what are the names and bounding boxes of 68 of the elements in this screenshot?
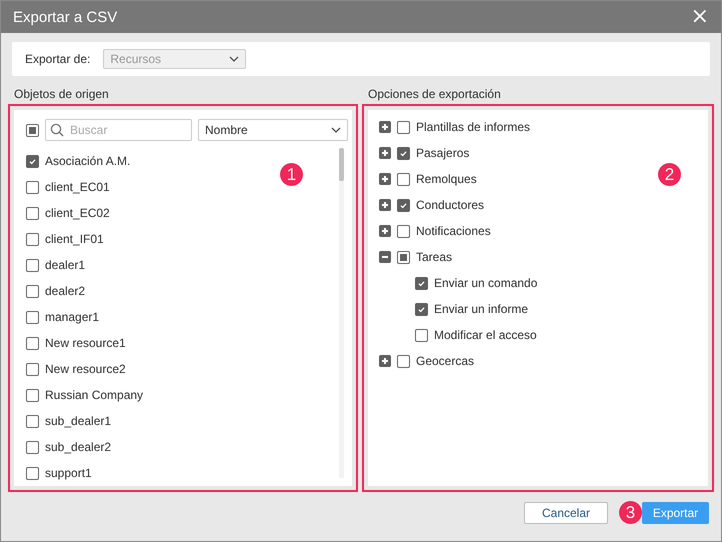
option-item[interactable]: Pasajeros bbox=[416, 146, 470, 160]
checkbox[interactable] bbox=[397, 172, 410, 186]
list-item[interactable]: Asociación A.M. bbox=[45, 154, 130, 168]
checkbox[interactable] bbox=[26, 466, 39, 480]
checkbox[interactable] bbox=[26, 284, 39, 298]
expand-icon[interactable] bbox=[379, 121, 391, 133]
list-item[interactable]: Russian Company bbox=[45, 388, 144, 402]
annotation-badge: 3 bbox=[619, 501, 642, 524]
checkbox[interactable] bbox=[26, 154, 39, 168]
option-item[interactable]: Conductores bbox=[416, 198, 484, 212]
checkbox[interactable] bbox=[26, 258, 39, 272]
checkbox[interactable] bbox=[397, 224, 410, 238]
checkbox[interactable] bbox=[397, 146, 410, 160]
expand-icon[interactable] bbox=[379, 355, 391, 367]
checkbox[interactable] bbox=[397, 120, 410, 134]
checkbox[interactable] bbox=[26, 440, 39, 454]
checkbox[interactable] bbox=[415, 328, 428, 342]
close-button[interactable]: × bbox=[688, 7, 711, 27]
list-item[interactable]: dealer2 bbox=[45, 284, 86, 298]
sort-dropdown[interactable]: Nombre bbox=[198, 119, 348, 141]
chevron-down-icon[interactable] bbox=[331, 127, 341, 133]
option-item[interactable]: Plantillas de informes bbox=[416, 120, 530, 134]
checkbox[interactable] bbox=[26, 180, 39, 194]
annotation-badge: 1 bbox=[280, 163, 303, 186]
option-item[interactable]: Remolques bbox=[416, 172, 477, 186]
checkbox[interactable] bbox=[415, 276, 428, 290]
checkbox[interactable] bbox=[26, 362, 39, 376]
checkbox[interactable] bbox=[397, 354, 410, 368]
list-item[interactable]: client_IF01 bbox=[45, 232, 104, 246]
list-item[interactable]: dealer1 bbox=[45, 258, 86, 272]
cancel-button[interactable]: Cancelar bbox=[524, 502, 608, 524]
list-item[interactable]: New resource1 bbox=[45, 336, 126, 350]
checkbox[interactable] bbox=[415, 302, 428, 316]
list-item[interactable]: New resource2 bbox=[45, 362, 126, 376]
option-item[interactable]: Notificaciones bbox=[416, 224, 491, 238]
checkbox[interactable] bbox=[26, 232, 39, 246]
list-item[interactable]: client_EC02 bbox=[45, 206, 110, 220]
expand-icon[interactable] bbox=[379, 147, 391, 159]
collapse-icon[interactable] bbox=[379, 251, 391, 263]
expand-icon[interactable] bbox=[379, 173, 391, 185]
checkbox[interactable] bbox=[26, 124, 39, 136]
search-field[interactable]: Buscar bbox=[45, 119, 192, 141]
export-from-label: Exportar de: bbox=[25, 52, 90, 66]
option-item[interactable]: Modificar el acceso bbox=[434, 328, 537, 342]
list-item[interactable]: client_EC01 bbox=[45, 180, 110, 194]
checkbox[interactable] bbox=[26, 414, 39, 428]
search-icon[interactable] bbox=[50, 123, 64, 137]
section-title: Objetos de origen bbox=[13, 87, 110, 103]
expand-icon[interactable] bbox=[379, 199, 391, 211]
list-item[interactable]: sub_dealer2 bbox=[45, 440, 112, 454]
checkbox[interactable] bbox=[26, 310, 39, 324]
option-item[interactable]: Enviar un informe bbox=[434, 302, 528, 316]
list-item[interactable]: support1 bbox=[45, 466, 92, 480]
list-item[interactable]: sub_dealer1 bbox=[45, 414, 112, 428]
option-item[interactable]: Tareas bbox=[416, 250, 452, 264]
expand-icon[interactable] bbox=[379, 225, 391, 237]
annotation-badge: 2 bbox=[658, 163, 681, 186]
checkbox[interactable] bbox=[397, 198, 410, 212]
checkbox[interactable] bbox=[397, 250, 410, 264]
window-title: Exportar a CSV bbox=[13, 8, 118, 26]
option-item[interactable]: Enviar un comando bbox=[434, 276, 538, 290]
scrollbar[interactable] bbox=[339, 148, 344, 478]
checkbox[interactable] bbox=[26, 388, 39, 402]
list-item[interactable]: manager1 bbox=[45, 310, 100, 324]
checkbox[interactable] bbox=[26, 206, 39, 220]
option-item[interactable]: Geocercas bbox=[416, 354, 474, 368]
section-title: Opciones de exportación bbox=[367, 87, 502, 103]
checkbox[interactable] bbox=[26, 336, 39, 350]
